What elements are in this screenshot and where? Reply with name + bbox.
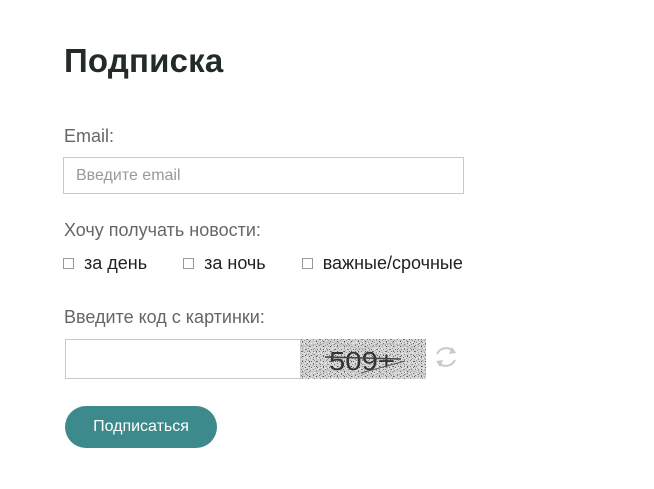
page-title: Подписка: [64, 42, 224, 79]
email-label: Email:: [64, 126, 115, 146]
captcha-input[interactable]: [65, 339, 301, 379]
news-label: Хочу получать новости:: [64, 220, 261, 240]
checkbox-night[interactable]: [183, 257, 195, 269]
option-urgent-label: важные/срочные: [322, 252, 463, 273]
subscribe-button[interactable]: Подписаться: [65, 406, 217, 448]
option-night[interactable]: за ночь: [183, 253, 266, 274]
option-day-label: за день: [84, 252, 148, 273]
news-options: за день за ночь важные/срочные: [63, 252, 499, 274]
option-night-label: за ночь: [204, 252, 266, 273]
checkbox-day[interactable]: [63, 257, 74, 269]
captcha-noise: 509+: [301, 339, 426, 379]
email-field[interactable]: [63, 157, 464, 194]
captcha-image: 509+: [301, 339, 426, 379]
captcha-text: 509+: [329, 346, 395, 376]
refresh-icon[interactable]: [432, 343, 460, 371]
option-urgent[interactable]: важные/срочные: [301, 252, 463, 274]
checkbox-urgent[interactable]: [301, 257, 313, 269]
captcha-label: Введите код с картинки:: [64, 307, 265, 327]
option-day[interactable]: за день: [63, 253, 147, 274]
